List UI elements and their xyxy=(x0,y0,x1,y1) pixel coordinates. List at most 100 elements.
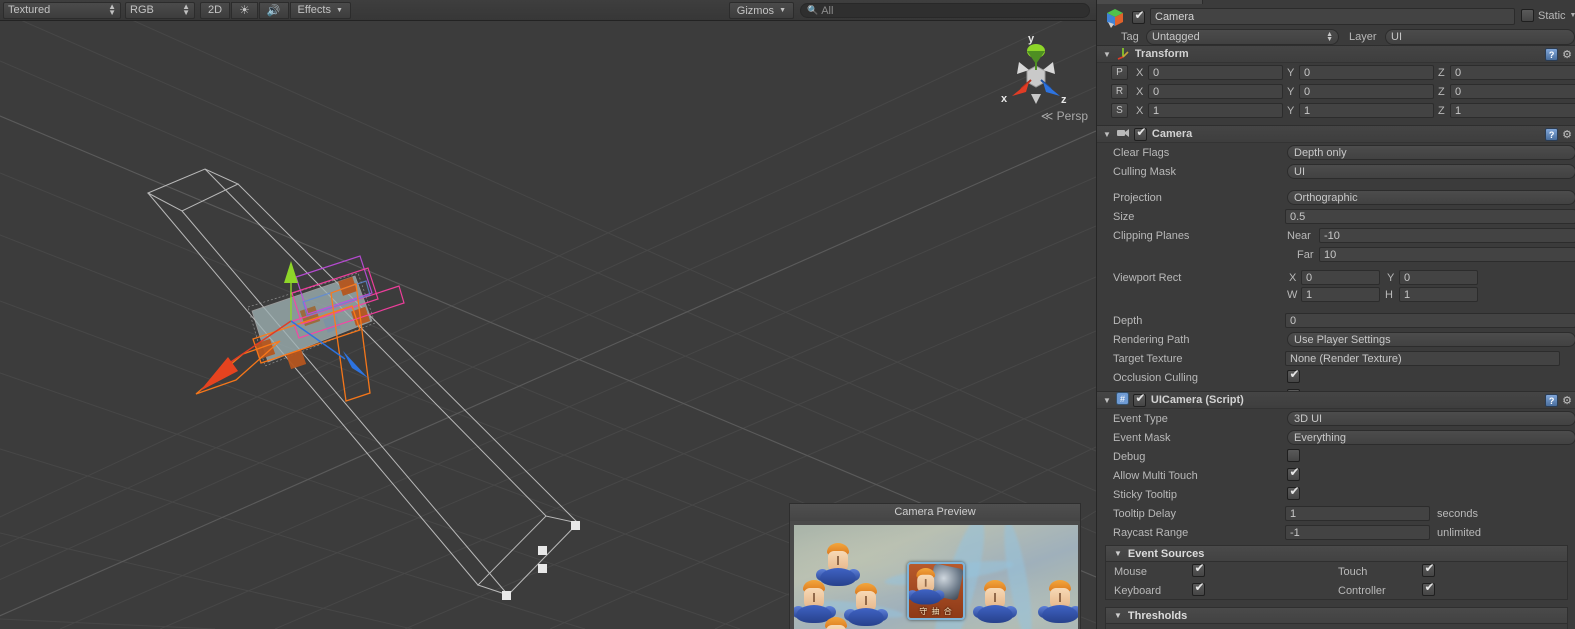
viewport-x-input[interactable]: 0 xyxy=(1301,270,1380,285)
gear-icon[interactable]: ⚙ xyxy=(1562,128,1572,141)
occlusion-culling-checkbox[interactable] xyxy=(1287,368,1301,383)
target-texture-label: Target Texture xyxy=(1113,352,1183,365)
chevron-down-icon[interactable]: ▼ xyxy=(1114,611,1122,620)
transform-position-prefix[interactable]: P xyxy=(1111,65,1128,80)
camera-preview-title: Camera Preview xyxy=(790,504,1080,521)
rot-y-input[interactable]: 0 xyxy=(1299,84,1434,99)
occlusion-culling-row: Occlusion Culling xyxy=(1097,368,1575,387)
scene-lighting-toggle[interactable]: ☀ xyxy=(231,1,258,19)
sun-icon: ☀ xyxy=(239,3,250,17)
scene-axis-gizmo[interactable]: y x z xyxy=(981,26,1091,141)
gear-icon[interactable]: ⚙ xyxy=(1562,48,1572,61)
help-icon[interactable]: ? xyxy=(1545,48,1559,61)
event-type-label: Event Type xyxy=(1113,412,1168,425)
mouse-checkbox[interactable] xyxy=(1192,562,1206,577)
viewport-h-input[interactable]: 1 xyxy=(1399,287,1478,302)
static-checkbox[interactable] xyxy=(1521,9,1534,22)
camera-component-title: Camera xyxy=(1151,128,1193,140)
tooltip-delay-row: Tooltip Delay 1 seconds xyxy=(1097,504,1575,523)
touch-checkbox[interactable] xyxy=(1422,562,1436,577)
pos-x-label: X xyxy=(1136,66,1144,79)
chevron-down-icon[interactable]: ▼ xyxy=(1103,50,1111,59)
scene-viewport[interactable]: y x z ≪ Persp Camera Preview 守 抽 合 xyxy=(0,0,1096,629)
camera-component-header[interactable]: ▼ Camera ? ⚙ xyxy=(1097,125,1575,143)
chevron-down-icon[interactable]: ▼ xyxy=(1570,12,1575,19)
clipping-planes-label: Clipping Planes xyxy=(1113,229,1190,242)
gizmos-dropdown[interactable]: Gizmos ▼ xyxy=(728,2,794,19)
scale-z-input[interactable]: 1 xyxy=(1450,103,1575,118)
uicamera-enabled-checkbox[interactable] xyxy=(1132,392,1147,407)
preview-selected-card: 守 抽 合 xyxy=(907,562,965,620)
scene-projection-label[interactable]: ≪ Persp xyxy=(988,109,1088,123)
chevron-down-icon[interactable]: ▼ xyxy=(1103,130,1111,139)
clear-flags-dropdown[interactable]: Depth only xyxy=(1287,145,1575,160)
rot-x-input[interactable]: 0 xyxy=(1148,84,1283,99)
projection-dropdown[interactable]: Orthographic xyxy=(1287,190,1575,205)
sticky-tooltip-checkbox[interactable] xyxy=(1287,485,1301,500)
target-texture-row: Target Texture None (Render Texture) xyxy=(1097,349,1575,368)
near-input[interactable]: -10 xyxy=(1319,228,1575,243)
viewport-w-input[interactable]: 1 xyxy=(1301,287,1380,302)
event-mask-dropdown[interactable]: Everything xyxy=(1287,430,1575,445)
raycast-range-input[interactable]: -1 xyxy=(1285,525,1430,540)
transform-header[interactable]: ▼ Transform ? ⚙ xyxy=(1097,45,1575,63)
component-header-icons: ? ⚙ xyxy=(1545,394,1572,407)
thresholds-header[interactable]: ▼ Thresholds xyxy=(1105,607,1568,624)
pos-y-input[interactable]: 0 xyxy=(1299,65,1434,80)
event-type-dropdown[interactable]: 3D UI xyxy=(1287,411,1575,426)
event-sources-header[interactable]: ▼ Event Sources xyxy=(1105,545,1568,562)
projection-row: Projection Orthographic xyxy=(1097,188,1575,207)
pos-y-label: Y xyxy=(1287,66,1295,79)
gameobject-name-input[interactable]: Camera xyxy=(1150,8,1515,25)
help-icon[interactable]: ? xyxy=(1545,394,1559,407)
component-header-icons: ? ⚙ xyxy=(1545,128,1572,141)
viewport-y-input[interactable]: 0 xyxy=(1399,270,1478,285)
raycast-range-suffix: unlimited xyxy=(1437,526,1482,539)
transform-position-row: P X 0 Y 0 Z 0 xyxy=(1097,63,1575,82)
clipping-planes-far-row: Far 10 xyxy=(1097,245,1575,264)
gear-icon[interactable]: ⚙ xyxy=(1562,394,1572,407)
pos-x-input[interactable]: 0 xyxy=(1148,65,1283,80)
camera-enabled-checkbox[interactable] xyxy=(1133,126,1148,141)
controller-checkbox[interactable] xyxy=(1422,581,1436,596)
static-toggle[interactable]: Static ▼ xyxy=(1521,9,1575,22)
layer-dropdown[interactable]: UI xyxy=(1385,29,1575,45)
scene-search-input[interactable]: 🔍 All xyxy=(800,3,1090,18)
rendering-path-row: Rendering Path Use Player Settings xyxy=(1097,330,1575,349)
pos-z-input[interactable]: 0 xyxy=(1450,65,1575,80)
debug-checkbox[interactable] xyxy=(1287,449,1300,462)
help-icon[interactable]: ? xyxy=(1545,128,1559,141)
rendering-path-dropdown[interactable]: Use Player Settings xyxy=(1287,332,1575,347)
scene-effects-dropdown[interactable]: Effects ▼ xyxy=(289,1,351,19)
depth-input[interactable]: 0 xyxy=(1285,313,1575,328)
allow-multi-touch-checkbox[interactable] xyxy=(1287,466,1301,481)
draw-mode-dropdown[interactable]: Textured ▲ ▼ xyxy=(3,1,121,19)
transform-scale-prefix[interactable]: S xyxy=(1111,103,1128,118)
target-texture-field[interactable]: None (Render Texture) xyxy=(1285,351,1560,366)
scale-x-input[interactable]: 1 xyxy=(1148,103,1283,118)
gameobject-enabled-checkbox[interactable] xyxy=(1132,9,1146,27)
clear-flags-row: Clear Flags Depth only xyxy=(1097,143,1575,162)
culling-mask-dropdown[interactable]: UI xyxy=(1287,164,1575,179)
scale-y-input[interactable]: 1 xyxy=(1299,103,1434,118)
projection-mode-text: Persp xyxy=(1056,109,1088,123)
toggle-2d-button[interactable]: 2D xyxy=(200,1,231,19)
projection-label: Projection xyxy=(1113,191,1162,204)
rot-z-input[interactable]: 0 xyxy=(1450,84,1575,99)
chevron-down-icon[interactable]: ▼ xyxy=(1103,396,1111,405)
culling-mask-label: Culling Mask xyxy=(1113,165,1176,178)
tooltip-delay-input[interactable]: 1 xyxy=(1285,506,1430,521)
chevron-down-icon[interactable]: ▼ xyxy=(1114,549,1122,558)
keyboard-checkbox[interactable] xyxy=(1192,581,1206,596)
tag-value: Untagged xyxy=(1152,31,1200,43)
transform-rotation-prefix[interactable]: R xyxy=(1111,84,1128,99)
tag-dropdown[interactable]: Untagged ▲ ▼ xyxy=(1146,29,1339,45)
color-mode-dropdown[interactable]: RGB ▲ ▼ xyxy=(125,1,195,19)
depth-row: Depth 0 xyxy=(1097,311,1575,330)
preview-character xyxy=(973,580,1017,628)
layer-label: Layer xyxy=(1349,31,1377,43)
size-input[interactable]: 0.5 xyxy=(1285,209,1575,224)
uicamera-header[interactable]: ▼ # UICamera (Script) ? ⚙ xyxy=(1097,391,1575,409)
far-input[interactable]: 10 xyxy=(1319,247,1575,262)
scene-audio-toggle[interactable]: 🔊 xyxy=(258,1,289,19)
